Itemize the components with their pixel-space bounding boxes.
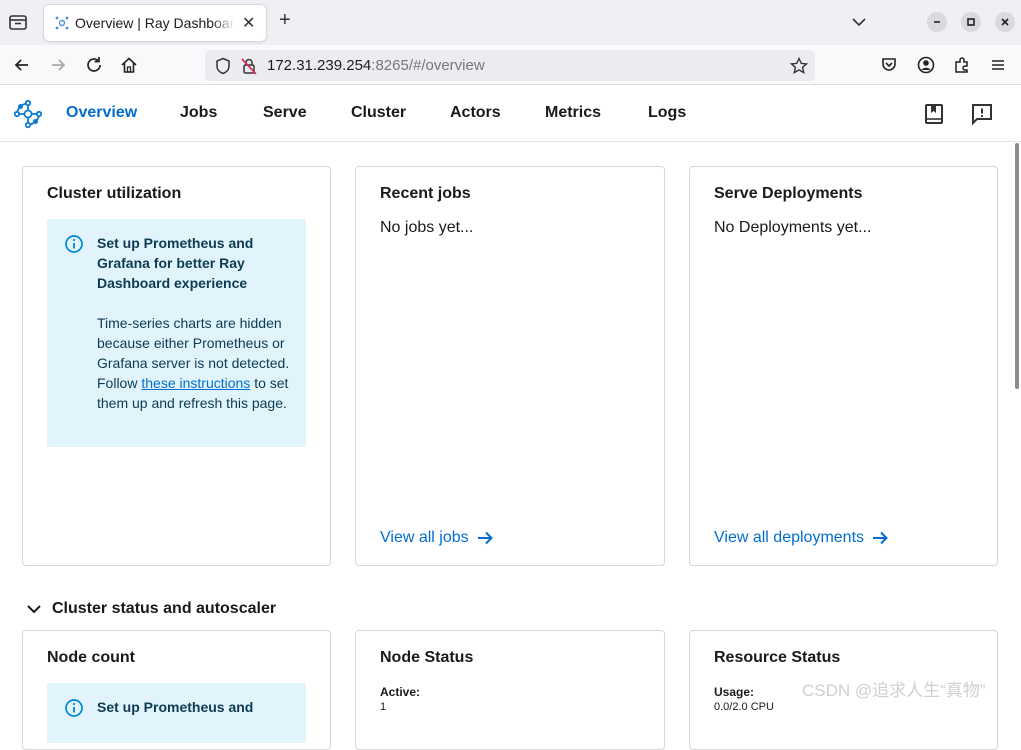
info-title: Set up Prometheus and Grafana for better… <box>97 235 254 291</box>
card-title: Node Status <box>380 649 474 666</box>
page-scrollbar[interactable] <box>1013 143 1021 706</box>
chevron-down-icon <box>27 605 41 614</box>
arrow-right-icon <box>873 531 888 545</box>
list-all-tabs-icon[interactable] <box>851 14 867 30</box>
url-bar[interactable]: 172.31.239.254:8265/#/overview <box>205 50 815 81</box>
usage-value: 0.0/2.0 CPU <box>714 701 774 713</box>
docs-book-icon[interactable] <box>922 102 946 126</box>
tab-close-icon[interactable]: ✕ <box>242 13 255 33</box>
window-minimize-button[interactable] <box>927 12 947 32</box>
ray-logo-icon[interactable] <box>12 98 44 130</box>
active-value: 1 <box>380 701 387 713</box>
forward-arrow-icon[interactable] <box>48 55 68 75</box>
info-body: Time-series charts are hidden because ei… <box>97 313 297 413</box>
browser-nav-bar: 172.31.239.254:8265/#/overview <box>0 45 1021 85</box>
nav-metrics[interactable]: Metrics <box>545 104 601 122</box>
shield-icon[interactable] <box>213 56 233 76</box>
home-icon[interactable] <box>119 55 139 75</box>
empty-state-text: No Deployments yet... <box>714 219 872 236</box>
nav-overview[interactable]: Overview <box>66 104 137 122</box>
info-title: Set up Prometheus and <box>97 699 254 715</box>
info-icon <box>65 235 83 253</box>
nav-cluster[interactable]: Cluster <box>351 104 406 122</box>
card-title: Serve Deployments <box>714 185 863 202</box>
back-arrow-icon[interactable] <box>12 55 32 75</box>
node-count-card: Node count Set up Prometheus and <box>22 630 331 750</box>
url-path: :8265/#/overview <box>371 57 485 74</box>
nav-actors[interactable]: Actors <box>450 104 501 122</box>
feedback-icon[interactable] <box>970 102 994 126</box>
card-title: Recent jobs <box>380 185 471 202</box>
window-close-button[interactable] <box>995 12 1015 32</box>
active-label: Active: <box>380 685 421 699</box>
recent-jobs-card: Recent jobs No jobs yet... View all jobs <box>355 166 665 566</box>
usage-label: Usage: <box>714 685 755 699</box>
browser-tab[interactable]: Overview | Ray Dashboard ✕ <box>44 5 266 41</box>
empty-state-text: No jobs yet... <box>380 219 474 236</box>
view-all-deployments-link[interactable]: View all deployments <box>714 528 890 548</box>
account-icon[interactable] <box>916 55 936 75</box>
menu-icon[interactable] <box>988 55 1008 75</box>
ray-favicon-icon <box>55 16 69 30</box>
node-status-card: Node Status Active: 1 <box>355 630 665 750</box>
tab-title: Overview | Ray Dashboard <box>75 15 235 31</box>
prometheus-info-alert: Set up Prometheus and Grafana for better… <box>47 219 306 447</box>
instructions-link[interactable]: these instructions <box>141 375 250 391</box>
url-text[interactable]: 172.31.239.254:8265/#/overview <box>267 57 485 74</box>
prometheus-info-alert: Set up Prometheus and <box>47 683 306 743</box>
serve-deployments-card: Serve Deployments No Deployments yet... … <box>689 166 998 566</box>
info-icon <box>65 699 83 717</box>
link-label: View all deployments <box>714 529 865 546</box>
card-title: Cluster utilization <box>47 185 182 202</box>
view-all-jobs-link[interactable]: View all jobs <box>380 528 495 548</box>
app-header: Overview Jobs Serve Cluster Actors Metri… <box>0 86 1021 142</box>
card-title: Resource Status <box>714 649 841 666</box>
section-title: Cluster status and autoscaler <box>52 600 277 617</box>
card-title: Node count <box>47 649 135 666</box>
link-label: View all jobs <box>380 529 469 546</box>
nav-serve[interactable]: Serve <box>263 104 307 122</box>
extensions-icon[interactable] <box>952 55 972 75</box>
new-tab-icon[interactable]: + <box>279 10 291 30</box>
reload-icon[interactable] <box>84 55 104 75</box>
browser-tab-bar: Overview | Ray Dashboard ✕ + <box>0 0 1021 45</box>
cluster-status-section-toggle[interactable]: Cluster status and autoscaler <box>26 600 276 618</box>
url-host: 172.31.239.254 <box>267 57 372 74</box>
cluster-utilization-card: Cluster utilization Set up Prometheus an… <box>22 166 331 566</box>
arrow-right-icon <box>477 531 493 545</box>
watermark-text: CSDN @追求人生“真物” <box>802 681 986 700</box>
pocket-icon[interactable] <box>879 55 899 75</box>
firefox-view-icon[interactable] <box>8 12 28 32</box>
nav-logs[interactable]: Logs <box>648 104 686 122</box>
insecure-lock-icon[interactable] <box>239 56 259 76</box>
scrollbar-thumb[interactable] <box>1015 143 1019 389</box>
window-maximize-button[interactable] <box>961 12 981 32</box>
bookmark-star-icon[interactable] <box>789 56 809 76</box>
nav-jobs[interactable]: Jobs <box>180 104 217 122</box>
